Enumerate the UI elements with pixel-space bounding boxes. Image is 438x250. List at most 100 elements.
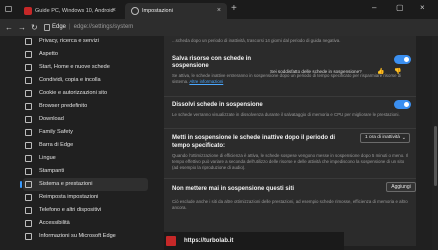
inactive-tabs-title: Metti in sospensione le schede inattive … (172, 135, 336, 149)
sidebar-item-accessibilita[interactable]: Accessibilità (23, 217, 148, 230)
sidebar-item-browser[interactable]: Browser predefinito (23, 100, 148, 113)
sidebar-item-barra[interactable]: Barra di Edge (23, 139, 148, 152)
fade-tabs-title: Dissolvi schede in sospensione (172, 102, 263, 108)
sidebar-item-label: Barra di Edge (39, 142, 74, 148)
scrollbar-thumb[interactable] (434, 126, 437, 186)
feedback-question: Sei soddisfatto delle schede in sospensi… (270, 69, 362, 74)
sidebar-item-privacy[interactable]: Privacy, ricerca e servizi (23, 35, 148, 48)
address-separator: | (69, 24, 71, 30)
sidebar-bar-icon (25, 142, 32, 149)
home-icon (25, 64, 32, 71)
watermark-url: https://turbolab.it (184, 238, 234, 244)
sidebar-item-stampanti[interactable]: Stampanti (23, 165, 148, 178)
tab-label: Guide PC, Windows 10, Android (35, 8, 114, 14)
forward-button[interactable]: → (18, 19, 26, 36)
sidebar-item-label: Reimposta impostazioni (39, 194, 99, 200)
browser-icon (25, 103, 32, 110)
tab-guide-pc[interactable]: Guide PC, Windows 10, Android × (18, 3, 122, 19)
close-window-button[interactable]: × (420, 0, 425, 16)
sidebar-item-download[interactable]: Download (23, 113, 148, 126)
watermark-banner: https://turbolab.it (164, 232, 344, 250)
maximize-button[interactable]: ▢ (396, 0, 404, 16)
thumbs-down-icon[interactable]: 👎 (394, 68, 401, 75)
close-tab-icon[interactable]: × (112, 3, 116, 19)
more-info-link[interactable]: Altre informazioni (189, 79, 223, 84)
sidebar-item-family[interactable]: Family Safety (23, 126, 148, 139)
settings-content: ...scheda dopo un periodo di inattività,… (150, 36, 430, 250)
sidebar-item-label: Download (39, 116, 64, 122)
settings-sidebar: Privacy, ricerca e servizi Aspetto Start… (0, 36, 150, 250)
edge-page-icon (44, 24, 50, 31)
divider (164, 128, 416, 129)
sidebar-item-label: Cookie e autorizzazioni sito (39, 90, 108, 96)
printer-icon (25, 168, 32, 175)
close-tab-icon[interactable]: × (217, 3, 221, 19)
back-button[interactable]: ← (5, 19, 13, 36)
turbolab-logo-icon (166, 236, 176, 246)
sidebar-item-label: Accessibilità (39, 220, 70, 226)
never-sleep-description: Ciò esclude anche i siti da altre ottimi… (172, 199, 408, 210)
sidebar-item-sistema[interactable]: Sistema e prestazioni (20, 178, 148, 191)
divider (164, 96, 416, 97)
sidebar-item-reimposta[interactable]: Reimposta impostazioni (23, 191, 148, 204)
sleeping-tabs-toggle[interactable] (394, 55, 411, 64)
sidebar-item-label: Browser predefinito (39, 103, 88, 109)
content-scrollbar[interactable] (432, 36, 438, 250)
edge-logo-icon (25, 233, 32, 240)
sidebar-item-label: Informazioni su Microsoft Edge (39, 233, 116, 239)
sidebar-item-label: Lingue (39, 155, 56, 161)
turbolab-favicon-icon (24, 7, 32, 15)
sidebar-item-label: Condividi, copia e incolla (39, 77, 101, 83)
fade-tabs-toggle[interactable] (394, 100, 411, 109)
sidebar-item-label: Sistema e prestazioni (39, 181, 93, 187)
chevron-down-icon: ⌄ (401, 135, 406, 141)
add-site-button[interactable]: Aggiungi (386, 182, 416, 192)
refresh-button[interactable]: ↻ (31, 19, 38, 36)
settings-favicon-icon (131, 7, 139, 15)
inactivity-select[interactable]: 1 ora di inattività ⌄ (360, 133, 410, 143)
never-sleep-title: Non mettere mai in sospensione questi si… (172, 186, 295, 192)
browser-window: Guide PC, Windows 10, Android × Impostaz… (0, 0, 438, 250)
system-card: ...scheda dopo un periodo di inattività,… (164, 36, 416, 246)
tab-impostazioni[interactable]: Impostazioni × (125, 3, 227, 19)
sidebar-item-aspetto[interactable]: Aspetto (23, 48, 148, 61)
top-description: ...scheda dopo un periodo di inattività,… (172, 38, 341, 43)
language-icon (25, 155, 32, 162)
tab-strip: Guide PC, Windows 10, Android × Impostaz… (0, 0, 438, 19)
palette-icon (25, 51, 32, 58)
sidebar-item-lingue[interactable]: Lingue (23, 152, 148, 165)
sleeping-tabs-title: Salva risorse con schede in sospensione (172, 56, 252, 69)
lock-icon (25, 38, 32, 45)
minimize-button[interactable]: – (372, 0, 376, 16)
address-bar[interactable]: Edge | edge://settings/system (44, 21, 164, 34)
toolbar: ← → ↻ Edge | edge://settings/system (0, 19, 438, 36)
accessibility-icon (25, 220, 32, 227)
family-icon (25, 129, 32, 136)
fade-tabs-description: Le schede verranno visualizzate in disso… (172, 112, 400, 117)
share-icon (25, 77, 32, 84)
divider (164, 178, 416, 179)
sidebar-item-condividi[interactable]: Condividi, copia e incolla (23, 74, 148, 87)
phone-icon (25, 207, 32, 214)
sidebar-item-label: Family Safety (39, 129, 73, 135)
inactive-tabs-description: Quando l'ottimizzazione di efficienza è … (172, 153, 408, 170)
tab-actions-icon[interactable] (5, 6, 12, 12)
sidebar-item-label: Aspetto (39, 51, 58, 57)
sidebar-item-cookie[interactable]: Cookie e autorizzazioni sito (23, 87, 148, 100)
site-name: Edge (52, 24, 67, 30)
thumbs-up-icon[interactable]: 👍 (377, 68, 384, 75)
reset-icon (25, 194, 32, 201)
cookie-icon (25, 90, 32, 97)
sidebar-item-telefono[interactable]: Telefono e altri dispositivi (23, 204, 148, 217)
feedback-bar: Sei soddisfatto delle schede in sospensi… (270, 69, 410, 78)
sidebar-item-label: Stampanti (39, 168, 65, 174)
sidebar-item-start[interactable]: Start, Home e nuove schede (23, 61, 148, 74)
tab-label: Impostazioni (142, 8, 173, 14)
system-icon (25, 181, 32, 188)
sidebar-item-label: Telefono e altri dispositivi (39, 207, 102, 213)
inactivity-select-value: 1 ora di inattività (365, 135, 400, 140)
sidebar-item-label: Start, Home e nuove schede (39, 64, 110, 70)
new-tab-button[interactable]: + (231, 2, 237, 16)
download-icon (25, 116, 32, 123)
sidebar-item-informazioni[interactable]: Informazioni su Microsoft Edge (23, 230, 148, 243)
